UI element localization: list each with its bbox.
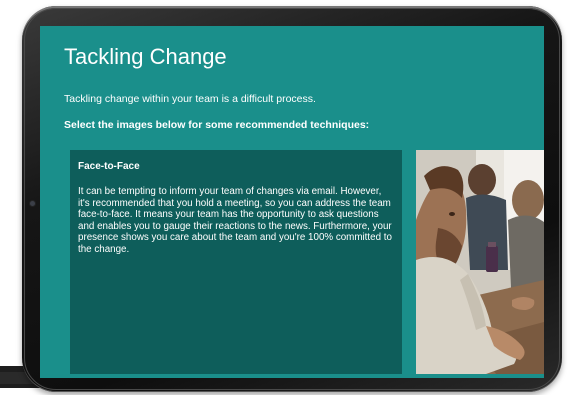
- panel-heading: Face-to-Face: [78, 161, 140, 172]
- technique-panel: Face-to-Face It can be tempting to infor…: [70, 150, 402, 374]
- meeting-photo-icon: [416, 150, 544, 374]
- page-title: Tackling Change: [64, 44, 227, 69]
- camera-icon: [30, 201, 35, 206]
- device-mockup-scene: Tackling Change Tackling change within y…: [0, 0, 568, 395]
- intro-text: Tackling change within your team is a di…: [64, 93, 316, 105]
- tablet-screen: Tackling Change Tackling change within y…: [40, 26, 544, 378]
- meeting-photo[interactable]: [416, 150, 544, 374]
- panel-body-text: It can be tempting to inform your team o…: [78, 186, 392, 255]
- instruction-text: Select the images below for some recomme…: [64, 119, 370, 131]
